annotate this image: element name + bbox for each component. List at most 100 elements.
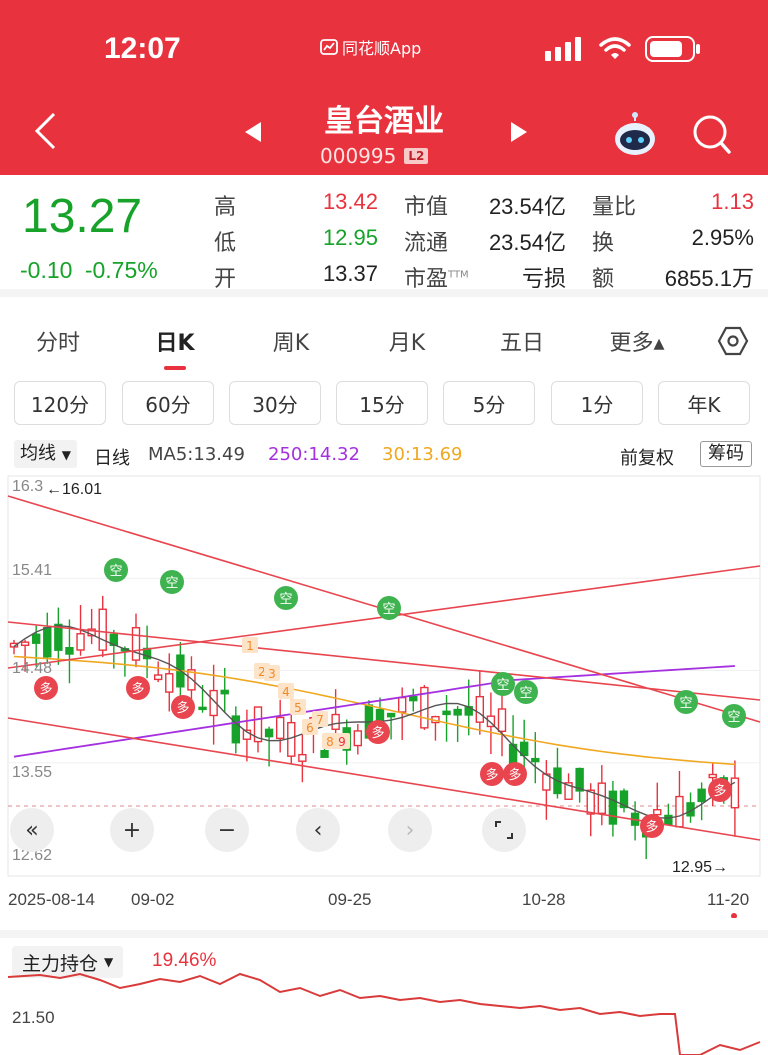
fullscreen-button[interactable] [482,808,526,852]
sequence-number: 7 [316,713,324,727]
candle-body [20,641,30,647]
bear-signal-text: 空 [679,696,692,711]
bear-signal-text: 空 [519,686,532,701]
expand-icon [495,821,513,839]
period-120min[interactable]: 120分 [14,381,106,425]
high-label: 高 [214,195,237,220]
period-year-k[interactable]: 年K [658,381,750,425]
candle-body [586,789,595,815]
candle-body [386,712,396,718]
y-axis-label: 14.48 [12,660,52,677]
candle-body [153,674,163,681]
candle-body [453,708,462,716]
bear-signal-text: 空 [496,678,509,693]
min-price-marker: 12.95→ [672,859,728,876]
trend-line [7,621,761,701]
zoom-in-button[interactable]: + [110,808,154,852]
adjust-mode[interactable]: 前复权 [620,444,674,470]
bull-signal-text: 多 [713,783,726,799]
minus-icon: − [217,817,237,843]
price-change: -0.10 -0.75% [20,257,158,284]
triangle-right-icon [511,122,527,142]
robot-assistant-button[interactable] [612,112,658,164]
bull-signal-text: 多 [485,767,498,783]
vol-ratio-value: 1.13 [711,189,754,214]
sequence-number: 1 [246,639,254,653]
ma250-value: 250:14.32 [268,444,360,465]
plus-icon: + [122,817,142,843]
period-5min[interactable]: 5分 [443,381,535,425]
indicator-row: 均线 ▼ 日线 MA5:13.49 250:14.32 30:13.69 前复权… [0,438,768,472]
chart-settings-button[interactable] [717,325,749,361]
stock-code-row: 000995 L2 [320,144,429,168]
float-label: 流通 [404,231,449,256]
max-price-marker: ←16.01 [46,481,102,498]
sequence-number: 3 [268,667,276,681]
period-60min[interactable]: 60分 [122,381,214,425]
candle-body [320,749,329,758]
candle-body [220,689,229,695]
bull-signal-text: 多 [176,700,189,716]
sequence-number: 9 [338,735,346,749]
ma-selector[interactable]: 均线 ▼ [14,440,77,468]
bear-signal-text: 空 [382,602,395,617]
bull-signal-text: 多 [645,819,658,835]
bear-signal-text: 空 [165,576,178,591]
candle-body [497,708,507,732]
period-buttons: 120分 60分 30分 15分 5分 1分 年K [0,378,768,428]
candle-body [165,673,174,693]
x-label: 09-02 [131,890,175,909]
period-1min[interactable]: 1分 [551,381,643,425]
collapse-left-button[interactable]: « [10,808,54,852]
app-name-label: 同花顺App [342,39,422,58]
candle-body [675,795,684,828]
amount-label: 额 [592,267,615,292]
pe-label: 市盈TTM [404,261,469,293]
ma-selector-label: 均线 [20,443,56,464]
chart-tabs: 分时 日K 周K 月K 五日 更多▴ [0,305,768,373]
vol-ratio-label: 量比 [592,195,637,220]
x-label: 11-20 [707,890,750,909]
tab-more[interactable]: 更多▴ [609,325,664,357]
sequence-number: 5 [294,701,302,715]
period-15min[interactable]: 15分 [336,381,428,425]
level2-badge: L2 [404,148,429,164]
candle-body [442,710,451,716]
tab-daily-k[interactable]: 日K [155,325,194,357]
candle-body [65,647,74,655]
candle-body [475,695,485,723]
ma5-value: MA5:13.49 [148,444,245,465]
y-axis-label: 16.3 [12,478,43,495]
main-holding-line [7,972,761,1055]
scroll-right-button[interactable]: › [388,808,432,852]
quote-panel: 13.27 -0.10 -0.75% 高 13.42 低 12.95 开 13.… [0,175,768,297]
tab-weekly-k[interactable]: 周K [273,325,309,357]
high-value: 13.42 [322,189,378,214]
status-time: 12:07 [104,32,181,65]
next-stock-button[interactable] [510,121,528,149]
candle-body [597,782,607,815]
period-30min[interactable]: 30分 [229,381,321,425]
zoom-out-button[interactable]: − [205,808,249,852]
kline-chart[interactable]: 16.315.4114.4813.5512.62←16.0112.95→空空空空… [0,474,768,918]
tab-five-day[interactable]: 五日 [500,325,544,357]
active-tab-indicator [164,366,186,370]
search-button[interactable] [692,114,732,162]
candle-body [664,814,673,826]
tab-monthly-k[interactable]: 月K [389,325,425,357]
x-label: 09-25 [328,890,372,909]
hexagon-settings-icon [717,326,749,356]
chips-button[interactable]: 筹码 [700,441,752,467]
scroll-left-button[interactable]: ‹ [296,808,340,852]
tab-intraday[interactable]: 分时 [36,325,80,357]
robot-icon [615,112,655,155]
sequence-number: 8 [326,735,334,749]
y-axis-label: 15.41 [12,562,52,579]
float-value: 23.54亿 [488,230,566,255]
current-price: 13.27 [22,190,143,243]
candle-body [708,773,717,779]
candle-body [397,696,407,713]
bull-signal-text: 多 [39,681,52,697]
turnover-value: 2.95% [691,225,754,250]
open-label: 开 [214,267,237,292]
